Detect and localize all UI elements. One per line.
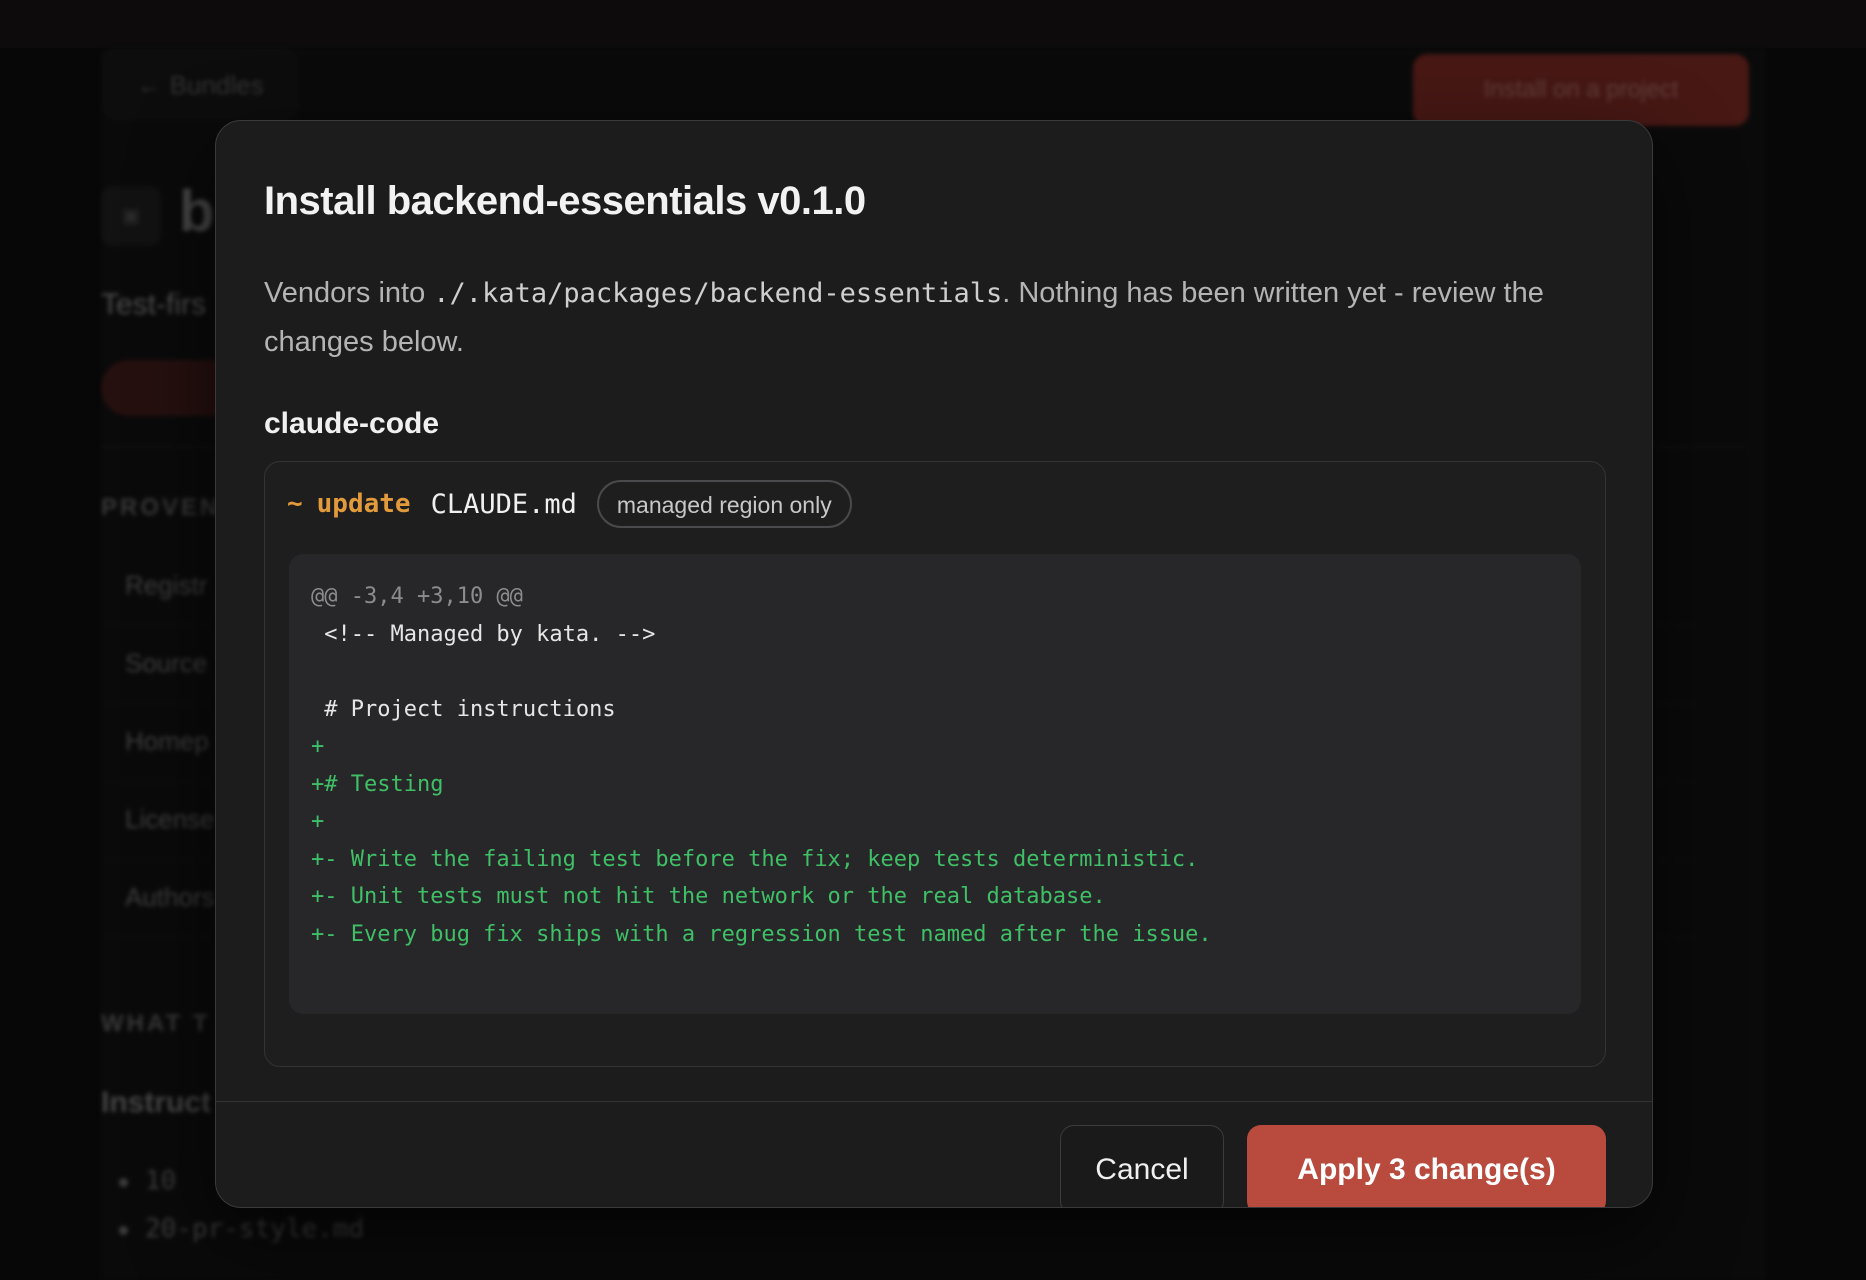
diff-context-line: # Project instructions (311, 696, 616, 722)
change-header: ~ update CLAUDE.md managed region only (287, 480, 852, 528)
diff-context-line: <!-- Managed by kata. --> (311, 621, 656, 647)
diff-added-line: +- Write the failing test before the fix… (311, 846, 1199, 872)
diff-added-line: + (311, 809, 325, 834)
change-file-name: CLAUDE.md (430, 488, 577, 520)
install-dialog: Install backend-essentials v0.1.0 Vendor… (215, 120, 1653, 1208)
diff-added-line: +- Unit tests must not hit the network o… (311, 884, 1106, 909)
diff-context-line (311, 653, 1559, 691)
target-name: claude-code (264, 407, 440, 440)
dialog-description: Vendors into ./.kata/packages/backend-es… (264, 277, 1544, 358)
cancel-button[interactable]: Cancel (1060, 1125, 1224, 1207)
dialog-title: Install backend-essentials v0.1.0 (264, 179, 866, 223)
apply-changes-button[interactable]: Apply 3 change(s) (1247, 1125, 1606, 1207)
diff-added-line: +# Testing (311, 771, 444, 797)
change-card: ~ update CLAUDE.md managed region only @… (264, 461, 1606, 1067)
diff-view: @@ -3,4 +3,10 @@ <!-- Managed by kata. -… (289, 554, 1581, 1014)
modify-marker-icon: ~ (287, 489, 303, 519)
package-path: ./.kata/packages/backend-essentials (433, 278, 1003, 309)
change-operation: update (316, 489, 411, 519)
diff-added-line: +- Every bug fix ships with a regression… (311, 921, 1212, 947)
managed-region-badge: managed region only (596, 480, 852, 528)
diff-added-line: + (311, 734, 325, 759)
diff-hunk-header: @@ -3,4 +3,10 @@ (311, 584, 523, 609)
footer-divider (216, 1101, 1652, 1102)
